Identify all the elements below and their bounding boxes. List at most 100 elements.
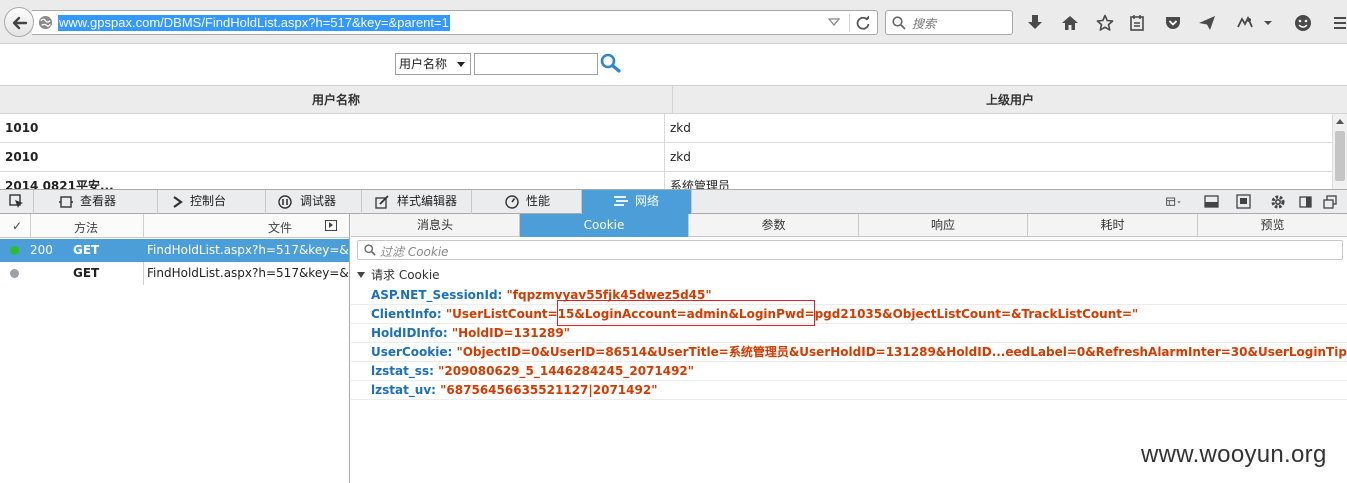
scroll-thumb[interactable] <box>1335 131 1345 181</box>
cookie-value: "HoldID=131289" <box>451 326 570 340</box>
tab-headers[interactable]: 消息头 <box>351 214 520 237</box>
search-submit-icon[interactable] <box>600 53 622 73</box>
url-separator <box>849 14 850 32</box>
page-scrollbar[interactable] <box>1332 114 1347 190</box>
home-icon[interactable] <box>1059 12 1081 34</box>
settings-gear-icon[interactable] <box>1270 194 1286 210</box>
column-header-method[interactable]: 方法 <box>74 219 98 236</box>
browser-search-bar[interactable]: 搜索 <box>885 10 1013 35</box>
status-dot-icon <box>10 246 19 255</box>
reading-list-icon[interactable] <box>1126 12 1148 34</box>
request-status: 200 <box>30 243 53 257</box>
search-icon <box>892 16 906 30</box>
tab-network[interactable]: 网络 <box>582 190 692 214</box>
cell-divider <box>664 114 665 142</box>
table-row[interactable]: 1010 zkd <box>0 114 1332 143</box>
inspector-icon <box>59 196 73 208</box>
browser-toolbar: www.gpspax.com/DBMS/FindHoldList.aspx?h=… <box>0 0 1347 44</box>
url-bar[interactable]: www.gpspax.com/DBMS/FindHoldList.aspx?h=… <box>32 10 878 35</box>
tab-console[interactable]: 控制台 <box>158 190 266 214</box>
scroll-up-icon[interactable] <box>1336 119 1344 124</box>
cookie-row[interactable]: HoldIDInfo: "HoldID=131289" <box>351 324 1347 343</box>
tab-label: 调试器 <box>300 194 337 208</box>
tab-cookies[interactable]: Cookie <box>520 214 689 237</box>
cookie-name: UserCookie: <box>371 345 453 359</box>
tab-preview[interactable]: 预览 <box>1198 214 1347 237</box>
tab-label: 控制台 <box>190 194 227 208</box>
tab-style-editor[interactable]: 样式编辑器 <box>362 190 472 214</box>
cookie-entry: lzstat_uv: "68756456635521127|2071492" <box>371 381 657 399</box>
section-title: 请求 Cookie <box>371 268 440 282</box>
tab-inspector[interactable]: 查看器 <box>34 190 158 214</box>
search-field-select[interactable]: 用户名称 <box>395 53 471 75</box>
tab-timings[interactable]: 耗时 <box>1028 214 1198 237</box>
smiley-icon[interactable] <box>1292 12 1314 34</box>
url-text[interactable]: www.gpspax.com/DBMS/FindHoldList.aspx?h=… <box>58 15 450 31</box>
pocket-icon[interactable] <box>1162 12 1184 34</box>
cell-parent: zkd <box>670 121 691 135</box>
responsive-mode-icon[interactable] <box>1236 194 1252 210</box>
request-row[interactable]: GET FindHoldList.aspx?h=517&key=&p <box>0 262 349 285</box>
extension-icon[interactable] <box>1234 12 1256 34</box>
column-header-file[interactable]: 文件 <box>268 219 292 236</box>
cookie-row[interactable]: ASP.NET_SessionId: "fqpzmvyav55fjk45dwez… <box>351 286 1347 305</box>
cookie-name: lzstat_uv: <box>371 383 436 397</box>
request-row[interactable]: 200 GET FindHoldList.aspx?h=517&key=&p <box>0 239 349 262</box>
extension-dropdown-icon[interactable] <box>1261 12 1275 34</box>
cookie-name: ASP.NET_SessionId: <box>371 288 503 302</box>
split-console-icon[interactable] <box>1204 194 1220 210</box>
cookie-name: ClientInfo: <box>371 307 442 321</box>
menu-icon[interactable] <box>1333 12 1347 34</box>
cookie-row[interactable]: ClientInfo: "UserListCount=15&LoginAccou… <box>351 305 1347 324</box>
cookie-entry: UserCookie: "ObjectID=0&UserID=86514&Use… <box>371 343 1347 361</box>
user-search-row: 用户名称 <box>0 52 1347 78</box>
tab-params[interactable]: 参数 <box>689 214 859 237</box>
globe-icon <box>38 15 53 30</box>
cell-username: 1010 <box>5 121 39 135</box>
cookie-entry: ASP.NET_SessionId: "fqpzmvyav55fjk45dwez… <box>371 286 712 304</box>
tab-label: 网络 <box>635 194 660 208</box>
cookie-value: "68756456635521127|2071492" <box>440 383 658 397</box>
bookmark-star-icon[interactable] <box>1094 12 1116 34</box>
cookie-filter-input[interactable]: 过滤 Cookie <box>357 240 1343 260</box>
devtools-toolbar: 查看器 控制台 调试器 样式编辑器 性能 网络 <box>0 189 1347 214</box>
tab-debugger[interactable]: 调试器 <box>266 190 362 214</box>
reload-icon[interactable] <box>855 15 871 31</box>
undock-window-icon[interactable] <box>1322 194 1338 210</box>
network-icon <box>614 196 628 206</box>
performance-icon <box>505 195 519 209</box>
request-cookies-section-toggle[interactable]: 请求 Cookie <box>357 266 440 283</box>
console-icon <box>173 196 183 208</box>
column-header-status[interactable]: ✓ <box>12 219 22 233</box>
tab-performance[interactable]: 性能 <box>472 190 582 214</box>
cookie-name: HoldIDInfo: <box>371 326 448 340</box>
table-row[interactable]: 2010 zkd <box>0 143 1332 172</box>
toggle-sidebar-icon[interactable] <box>325 220 337 231</box>
send-icon[interactable] <box>1196 12 1218 34</box>
user-search-input[interactable] <box>474 53 598 75</box>
column-divider <box>143 262 144 285</box>
cookie-entry: lzstat_ss: "209080629_5_1446284245_20714… <box>371 362 694 380</box>
column-divider <box>30 214 31 238</box>
cookie-row[interactable]: lzstat_ss: "209080629_5_1446284245_20714… <box>351 362 1347 381</box>
download-icon[interactable] <box>1024 12 1046 34</box>
network-request-list: ✓ 方法 文件 200 GET FindHoldList.aspx?h=517&… <box>0 214 350 483</box>
element-picker-button[interactable] <box>0 190 34 214</box>
request-list-header: ✓ 方法 文件 <box>0 214 349 238</box>
url-dropdown-icon[interactable] <box>828 16 840 28</box>
cookie-row[interactable]: UserCookie: "ObjectID=0&UserID=86514&Use… <box>351 343 1347 362</box>
column-header-parent[interactable]: 上级用户 <box>673 86 1347 114</box>
back-button[interactable] <box>4 7 34 37</box>
search-field-selected: 用户名称 <box>399 57 448 71</box>
status-dot-icon <box>10 269 19 278</box>
watermark: www.wooyun.org <box>1141 441 1327 468</box>
filter-search-icon <box>364 244 376 256</box>
dock-side-icon[interactable] <box>1298 194 1314 210</box>
tab-response[interactable]: 响应 <box>859 214 1028 237</box>
cookie-value: "UserListCount=15&LoginAccount=admin&Log… <box>445 307 1139 321</box>
collapse-triangle-icon <box>357 272 365 278</box>
column-header-username[interactable]: 用户名称 <box>0 86 673 114</box>
debugger-icon <box>278 195 292 209</box>
layout-dropdown-icon[interactable] <box>1166 194 1182 210</box>
cookie-row[interactable]: lzstat_uv: "68756456635521127|2071492" <box>351 381 1347 400</box>
